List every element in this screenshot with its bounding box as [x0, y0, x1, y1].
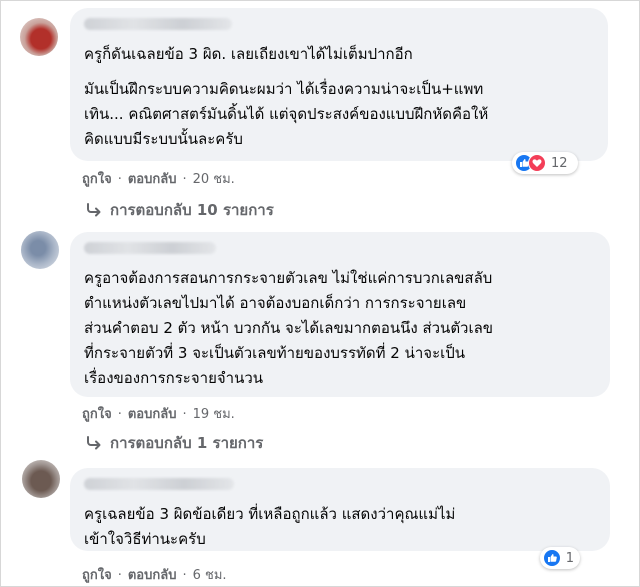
separator-dot: ·	[182, 407, 187, 422]
separator-dot: ·	[182, 172, 187, 187]
comment-line: ครูเฉลยข้อ 3 ผิดข้อเดียว ที่เหลือถูกแล้ว…	[84, 505, 456, 523]
reply-link[interactable]: ตอบกลับ	[128, 564, 177, 585]
comment-line: ตำแหน่งตัวเลขไปมาได้ อาจต้องบอกเด็กว่า ก…	[84, 294, 467, 312]
reply-arrow-icon	[87, 203, 101, 217]
reply-link[interactable]: ตอบกลับ	[128, 403, 177, 424]
timestamp[interactable]: 6 ชม.	[193, 564, 227, 585]
replies-count-label: การตอบกลับ 1 รายการ	[110, 434, 264, 452]
commenter-name-blurred[interactable]	[84, 478, 234, 490]
avatar[interactable]	[20, 18, 58, 56]
separator-dot: ·	[117, 407, 122, 422]
like-icon	[543, 549, 561, 567]
view-replies-link[interactable]: การตอบกลับ 1 รายการ	[86, 431, 263, 455]
comment-line: ที่กระจายตัวที่ 3 จะเป็นตัวเลขท้ายของบรร…	[84, 344, 466, 362]
separator-dot: ·	[182, 568, 187, 583]
comment-text: ครูเฉลยข้อ 3 ผิดข้อเดียว ที่เหลือถูกแล้ว…	[84, 502, 596, 552]
comment-bubble: ครูก็ดันเฉลยข้อ 3 ผิด. เลยเถียงเขาได้ไม่…	[70, 8, 608, 161]
reactions-summary[interactable]: 1	[540, 547, 580, 569]
reply-arrow-icon	[87, 436, 101, 450]
timestamp[interactable]: 19 ชม.	[193, 403, 235, 424]
comment-line: มันเป็นฝึกระบบความคิดนะผมว่า ได้เรื่องคว…	[84, 80, 484, 98]
like-link[interactable]: ถูกใจ	[82, 403, 112, 424]
comment-bubble: ครูอาจต้องการสอนการกระจายตัวเลข ไม่ใช่แค…	[70, 232, 610, 397]
comment-actions: ถูกใจ · ตอบกลับ · 20 ชม.	[82, 168, 235, 189]
comment-bubble: ครูเฉลยข้อ 3 ผิดข้อเดียว ที่เหลือถูกแล้ว…	[70, 468, 610, 551]
comment-line: คิดแบบมีระบบนั้นละครับ	[84, 130, 243, 148]
comment-actions: ถูกใจ · ตอบกลับ · 19 ชม.	[82, 403, 235, 424]
separator-dot: ·	[117, 172, 122, 187]
view-replies-link[interactable]: การตอบกลับ 10 รายการ	[86, 198, 274, 222]
reaction-count: 12	[551, 155, 568, 171]
comment-line: ส่วนคำตอบ 2 ตัว หน้า บวกกัน จะได้เลขมากต…	[84, 319, 494, 337]
like-link[interactable]: ถูกใจ	[82, 168, 112, 189]
comment-line: เรื่องของการกระจายจำนวน	[84, 369, 264, 387]
comment-line: ครูอาจต้องการสอนการกระจายตัวเลข ไม่ใช่แค…	[84, 269, 493, 287]
reaction-count: 1	[565, 550, 574, 566]
commenter-name-blurred[interactable]	[84, 18, 232, 30]
comment-line: เทิน... คณิตศาสตร์มันดิ้นได้ แต่จุดประสง…	[84, 105, 489, 123]
like-link[interactable]: ถูกใจ	[82, 564, 112, 585]
avatar[interactable]	[21, 231, 59, 269]
comment-actions: ถูกใจ · ตอบกลับ · 6 ชม.	[82, 564, 227, 585]
commenter-name-blurred[interactable]	[84, 242, 216, 254]
reply-link[interactable]: ตอบกลับ	[128, 168, 177, 189]
love-icon	[528, 154, 546, 172]
separator-dot: ·	[117, 568, 122, 583]
replies-count-label: การตอบกลับ 10 รายการ	[110, 201, 274, 219]
comment-line: ครูก็ดันเฉลยข้อ 3 ผิด. เลยเถียงเขาได้ไม่…	[84, 45, 413, 63]
timestamp[interactable]: 20 ชม.	[193, 168, 235, 189]
comment-text: ครูอาจต้องการสอนการกระจายตัวเลข ไม่ใช่แค…	[84, 266, 596, 391]
reactions-summary[interactable]: 12	[512, 152, 578, 174]
avatar[interactable]	[22, 460, 60, 498]
comment-text: ครูก็ดันเฉลยข้อ 3 ผิด. เลยเถียงเขาได้ไม่…	[84, 42, 594, 152]
comment-line: เข้าใจวิธีท่านะครับ	[84, 530, 206, 548]
